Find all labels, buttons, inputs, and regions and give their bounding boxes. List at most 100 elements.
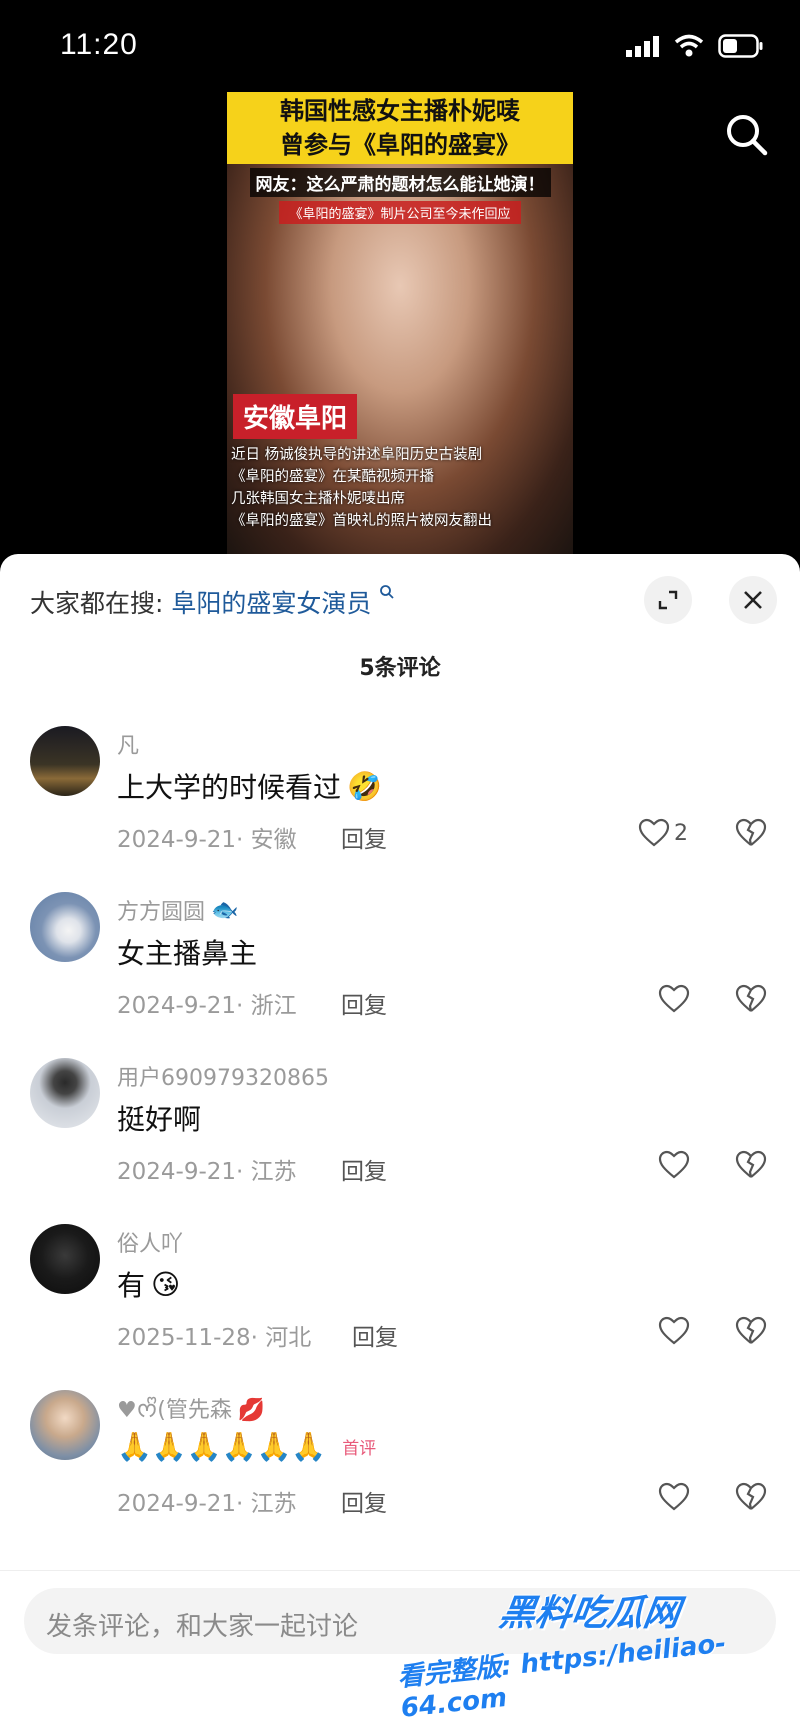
comment-text-body: 🙏🙏🙏🙏🙏🙏 (117, 1430, 327, 1463)
dislike-button[interactable] (735, 984, 767, 1018)
comment-meta: 2024-9-21· 浙江 (117, 993, 297, 1019)
comment-date: 2024-9-21 (117, 1159, 237, 1185)
video-title-line1: 韩国性感女主播朴妮唛 (280, 97, 520, 125)
avatar[interactable] (30, 892, 100, 962)
comment-date: 2025-11-28 (117, 1325, 251, 1351)
comment-text: 挺好啊 (117, 1098, 201, 1138)
hot-search[interactable]: 大家都在搜: 阜阳的盛宴女演员 (30, 584, 395, 620)
comment-text: 女主播鼻主 (117, 932, 257, 972)
broken-heart-icon (735, 1150, 767, 1178)
username-text: 俗人吖 (117, 1232, 184, 1257)
comment-date: 2024-9-21 (117, 993, 237, 1019)
comment-text-body: 有 (117, 1269, 146, 1302)
comment-meta: 2024-9-21· 江苏 (117, 1159, 297, 1185)
username-text: 凡 (117, 734, 140, 759)
like-button[interactable]: 2 (638, 818, 688, 848)
comment-username[interactable]: 凡 (117, 728, 139, 760)
expand-icon (658, 590, 678, 610)
reply-button[interactable]: 回复 (341, 986, 387, 1020)
comment-meta: 2024-9-21· 江苏 (117, 1491, 297, 1517)
comment-date: 2024-9-21 (117, 827, 237, 853)
dislike-button[interactable] (735, 1482, 767, 1516)
avatar[interactable] (30, 1390, 100, 1460)
expand-button[interactable] (644, 576, 692, 624)
username-text: ♥ᰔᩚ(管先森 (117, 1398, 232, 1423)
battery-icon (718, 34, 763, 58)
reply-button[interactable]: 回复 (352, 1318, 398, 1352)
video-player[interactable]: 韩国性感女主播朴妮唛 曾参与《阜阳的盛宴》 网友：这么严肃的题材怎么能让她演！ … (227, 92, 573, 554)
reply-button[interactable]: 回复 (341, 820, 387, 854)
reply-button[interactable]: 回复 (341, 1484, 387, 1518)
comment-item: 俗人吖 有 😘 2025-11-28· 河北 回复 (0, 1224, 800, 1384)
comment-text: 上大学的时候看过 🤣 (117, 766, 382, 806)
comment-input-placeholder: 发条评论，和大家一起讨论 (46, 1612, 359, 1642)
comment-region: 江苏 (250, 1159, 297, 1185)
comment-text: 🙏🙏🙏🙏🙏🙏 首评 (117, 1430, 376, 1463)
comment-username[interactable]: 俗人吖 (117, 1226, 183, 1258)
comment-region: 浙江 (250, 993, 297, 1019)
status-icons (626, 34, 764, 58)
comment-text-body: 女主播鼻主 (117, 937, 258, 970)
broken-heart-icon (735, 1482, 767, 1510)
wifi-icon (674, 34, 704, 57)
avatar[interactable] (30, 726, 100, 796)
video-caption-line: 《阜阳的盛宴》首映礼的照片被网友翻出 (231, 513, 492, 529)
avatar[interactable] (30, 1224, 100, 1294)
signal-icon (626, 36, 659, 57)
video-caption: 近日 杨诚俊执导的讲述阜阳历史古装剧 《阜阳的盛宴》在某酷视频开播 几张韩国女主… (231, 444, 569, 532)
username-text: 方方圆圆 (117, 900, 206, 925)
comment-date: 2024-9-21 (117, 1491, 237, 1517)
comment-item: 凡 上大学的时候看过 🤣 2024-9-21· 安徽 回复 2 (0, 726, 800, 886)
like-button[interactable] (658, 1150, 690, 1180)
comment-username[interactable]: ♥ᰔᩚ(管先森 💋 (117, 1392, 265, 1429)
broken-heart-icon (735, 818, 767, 846)
comment-region: 江苏 (250, 1491, 297, 1517)
comment-meta: 2025-11-28· 河北 (117, 1325, 312, 1351)
avatar[interactable] (30, 1058, 100, 1128)
comment-meta: 2024-9-21· 安徽 (117, 827, 297, 853)
username-text: 用户690979320865 (117, 1066, 329, 1091)
like-count: 2 (674, 820, 688, 846)
heart-icon (658, 1316, 690, 1345)
comment-emoji: 🤣 (347, 769, 382, 803)
comment-region: 河北 (265, 1325, 312, 1351)
comment-username[interactable]: 方方圆圆 🐟 (117, 894, 238, 926)
watermark-logo: 黑料吃瓜网 (496, 1593, 683, 1634)
like-button[interactable] (658, 1482, 690, 1512)
small-search-icon (380, 585, 394, 599)
status-bar: 11:20 (0, 0, 800, 90)
close-button[interactable] (729, 576, 777, 624)
comment-item: ♥ᰔᩚ(管先森 💋 🙏🙏🙏🙏🙏🙏 首评 2024-9-21· 江苏 回复 (0, 1390, 800, 1550)
comment-text: 有 😘 (117, 1264, 180, 1304)
comment-username[interactable]: 用户690979320865 (117, 1060, 329, 1092)
search-button[interactable] (722, 110, 772, 160)
comment-emoji: 😘 (151, 1267, 181, 1301)
broken-heart-icon (735, 984, 767, 1012)
dislike-button[interactable] (735, 818, 767, 852)
close-icon (744, 591, 762, 609)
heart-icon (658, 1150, 690, 1179)
video-subtitle-2: 《阜阳的盛宴》制片公司至今未作回应 (279, 201, 521, 224)
video-caption-line: 《阜阳的盛宴》在某酷视频开播 (231, 469, 434, 485)
divider (0, 1570, 800, 1571)
reply-button[interactable]: 回复 (341, 1152, 387, 1186)
dislike-button[interactable] (735, 1150, 767, 1184)
video-caption-line: 近日 杨诚俊执导的讲述阜阳历史古装剧 (231, 447, 483, 463)
video-subtitles: 网友：这么严肃的题材怎么能让她演！ 《阜阳的盛宴》制片公司至今未作回应 (227, 168, 573, 224)
first-comment-badge: 首评 (342, 1439, 377, 1459)
status-time: 11:20 (60, 28, 138, 61)
broken-heart-icon (735, 1316, 767, 1344)
comment-text-body: 上大学的时候看过 (117, 771, 342, 804)
like-button[interactable] (658, 1316, 690, 1346)
like-button[interactable] (658, 984, 690, 1014)
video-location-badge: 安徽阜阳 (233, 394, 358, 439)
username-emoji: 💋 (237, 1398, 266, 1423)
hot-search-keyword[interactable]: 阜阳的盛宴女演员 (171, 589, 371, 618)
heart-icon (638, 818, 670, 847)
comment-sheet: 大家都在搜: 阜阳的盛宴女演员 5条评论 凡 上大学的时候看过 🤣 2024-9-… (0, 554, 800, 1733)
comment-item: 用户690979320865 挺好啊 2024-9-21· 江苏 回复 (0, 1058, 800, 1218)
video-title: 韩国性感女主播朴妮唛 曾参与《阜阳的盛宴》 (227, 92, 573, 164)
comment-text-body: 挺好啊 (117, 1103, 202, 1136)
hot-search-prefix: 大家都在搜: (30, 589, 164, 618)
dislike-button[interactable] (735, 1316, 767, 1350)
